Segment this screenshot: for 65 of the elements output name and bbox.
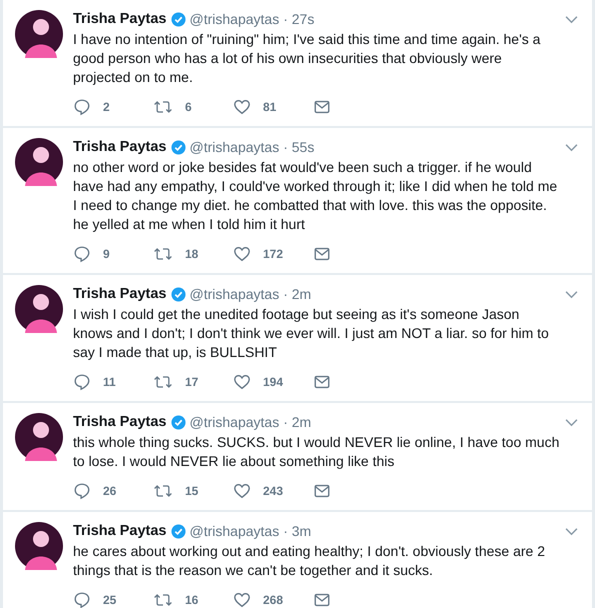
retweet-count: 18	[185, 247, 198, 261]
user-handle[interactable]: @trishapaytas	[190, 11, 280, 27]
chevron-down-icon[interactable]	[565, 142, 578, 152]
retweet-count: 17	[185, 375, 198, 389]
tweet-text: I wish I could get the unedited footage but seeing as it's someone Jason knows and I don't; I don't think we ever will. I just am NOT a liar. so for him to say I made that up, is BULLSHIT	[73, 305, 550, 362]
like-count: 194	[263, 375, 284, 389]
retweet-icon[interactable]	[153, 373, 173, 391]
user-name[interactable]: Trisha Paytas	[73, 523, 166, 539]
envelope-icon[interactable]	[313, 373, 331, 391]
user-handle[interactable]: @trishapaytas	[190, 414, 280, 430]
timestamp[interactable]: · 2m	[283, 414, 312, 430]
reply-count: 11	[103, 375, 116, 389]
envelope-icon[interactable]	[313, 245, 331, 263]
heart-icon[interactable]	[233, 98, 251, 116]
like-count: 172	[263, 247, 284, 261]
user-name[interactable]: Trisha Paytas	[73, 139, 166, 155]
retweet-icon[interactable]	[153, 98, 173, 116]
heart-icon[interactable]	[233, 373, 251, 391]
avatar[interactable]	[15, 522, 63, 570]
reply-icon[interactable]	[73, 482, 91, 500]
reply-icon[interactable]	[73, 373, 91, 391]
reply-count: 26	[103, 484, 116, 498]
retweet-count: 6	[185, 100, 192, 114]
timestamp[interactable]: · 2m	[283, 286, 312, 302]
retweet-count: 16	[185, 593, 198, 607]
heart-icon[interactable]	[233, 245, 251, 263]
tweet-text: no other word or joke besides fat would've been such a trigger. if he would have had any empathy, I could've worked through it; like I did when he told me I need to change my diet. he combatted that with love. this was the opposite. he yelled at me when I told him it hurt	[73, 158, 558, 234]
tweet-text: he cares about working out and eating healthy; I don't. obviously these are 2 things that is the reason we can't be together and it sucks.	[73, 542, 546, 580]
chevron-down-icon[interactable]	[565, 526, 578, 536]
user-name[interactable]: Trisha Paytas	[73, 414, 166, 430]
like-count: 81	[263, 100, 276, 114]
avatar[interactable]	[15, 10, 63, 58]
timestamp[interactable]: · 3m	[283, 523, 312, 539]
user-handle[interactable]: @trishapaytas	[190, 139, 280, 155]
envelope-icon[interactable]	[313, 482, 331, 500]
avatar[interactable]	[15, 138, 63, 186]
user-handle[interactable]: @trishapaytas	[190, 523, 280, 539]
chevron-down-icon[interactable]	[565, 14, 578, 24]
envelope-icon[interactable]	[313, 591, 331, 608]
retweet-icon[interactable]	[153, 482, 173, 500]
reply-icon[interactable]	[73, 245, 91, 263]
tweet-text: this whole thing sucks. SUCKS. but I would NEVER lie online, I have too much to lose. I would NEVER lie about something like this	[73, 433, 560, 471]
timestamp[interactable]: · 55s	[283, 139, 314, 155]
chevron-down-icon[interactable]	[565, 290, 578, 298]
retweet-icon[interactable]	[153, 245, 173, 263]
heart-icon[interactable]	[233, 591, 251, 608]
timestamp[interactable]: · 27s	[283, 11, 314, 27]
heart-icon[interactable]	[233, 482, 251, 500]
reply-count: 25	[103, 593, 116, 607]
user-handle[interactable]: @trishapaytas	[190, 286, 280, 302]
chevron-down-icon[interactable]	[565, 418, 578, 426]
like-count: 268	[263, 593, 284, 607]
avatar[interactable]	[15, 285, 63, 333]
retweet-count: 15	[185, 484, 198, 498]
like-count: 243	[263, 484, 284, 498]
user-name[interactable]: Trisha Paytas	[73, 11, 166, 27]
user-name[interactable]: Trisha Paytas	[73, 286, 166, 302]
reply-count: 9	[103, 247, 110, 261]
avatar[interactable]	[15, 413, 63, 461]
tweet-text: I have no intention of "ruining" him; I've said this time and time again. he's a good person who has a lot of his own insecurities that obviously were projected on to me.	[73, 30, 542, 87]
reply-icon[interactable]	[73, 98, 91, 116]
envelope-icon[interactable]	[313, 98, 331, 116]
retweet-icon[interactable]	[153, 591, 173, 608]
reply-icon[interactable]	[73, 591, 91, 608]
reply-count: 2	[103, 100, 110, 114]
